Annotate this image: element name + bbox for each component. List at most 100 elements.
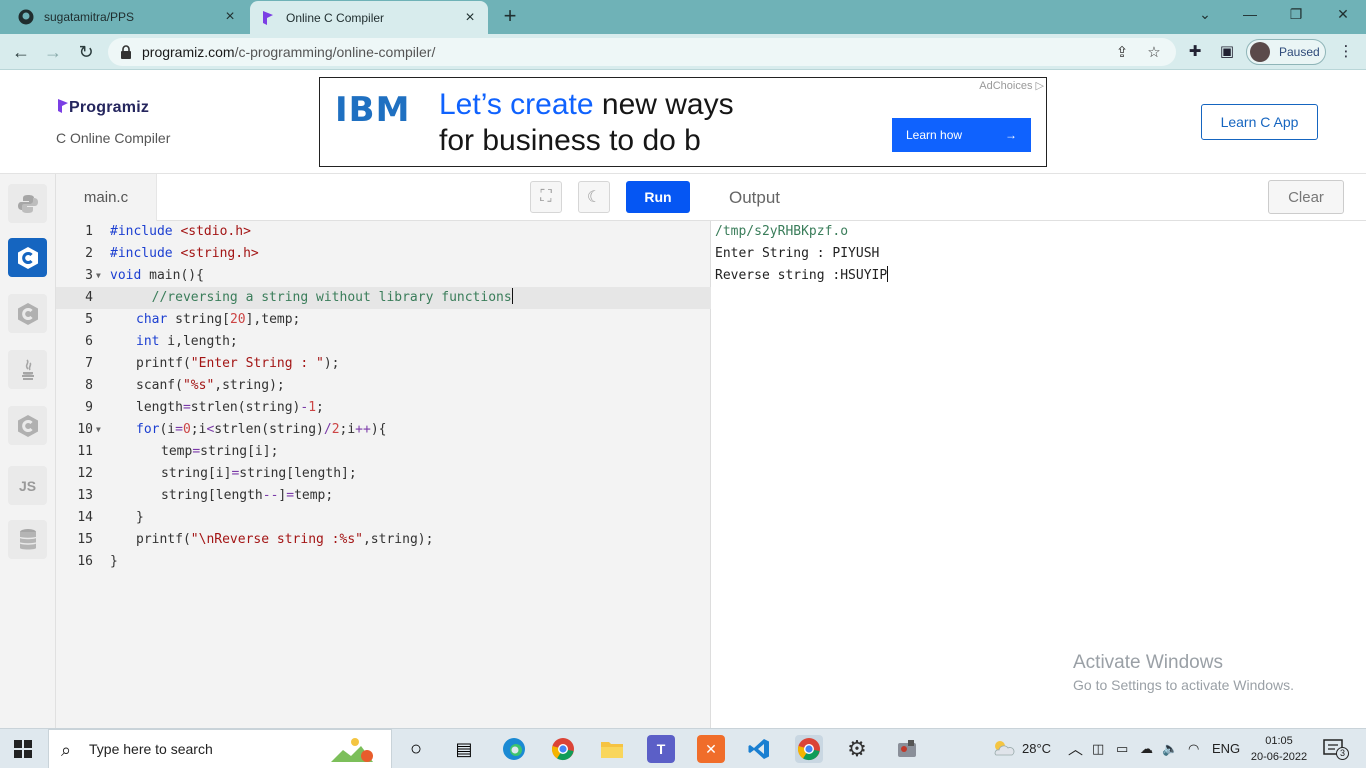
ad-cta-button[interactable]: Learn how → [892, 118, 1031, 152]
advertisement-banner[interactable]: IBM Let’s create new ways for business t… [319, 77, 1047, 167]
language-indicator[interactable]: ENG [1212, 741, 1240, 756]
forward-icon[interactable]: → [42, 41, 64, 63]
address-bar[interactable]: programiz.com/c-programming/online-compi… [108, 38, 1176, 66]
app-icon[interactable] [893, 735, 921, 763]
code-line[interactable]: 8 scanf("%s",string); [56, 375, 711, 397]
browser-tab[interactable]: sugatamitra/PPS × [8, 0, 248, 34]
code-line[interactable]: 5 char string[20],temp; [56, 309, 711, 331]
side-panel-icon[interactable]: ▣ [1217, 42, 1237, 62]
battery-icon[interactable]: ▭ [1116, 741, 1128, 757]
adchoices-label[interactable]: AdChoices ▷ [979, 79, 1044, 92]
c-language-icon[interactable] [8, 238, 47, 277]
xampp-icon[interactable]: ✕ [697, 735, 725, 763]
close-window-icon[interactable]: ✕ [1333, 6, 1353, 26]
csharp-language-icon[interactable] [8, 406, 47, 445]
tab-search-icon[interactable]: ⌄ [1195, 6, 1215, 26]
tab-title: Online C Compiler [286, 11, 385, 25]
cloud-icon[interactable]: ☁ [1140, 741, 1153, 757]
site-header: Programiz C Online Compiler IBM Let’s cr… [0, 70, 1366, 174]
code-line[interactable]: 1 #include <stdio.h> [56, 221, 711, 243]
widgets-icon[interactable]: ▤ [450, 735, 478, 763]
programiz-icon [260, 10, 276, 26]
vscode-icon[interactable] [745, 735, 773, 763]
settings-gear-icon[interactable]: ⚙ [843, 735, 871, 763]
language-sidebar: JS [0, 174, 56, 728]
extensions-icon[interactable]: ✚ [1185, 42, 1205, 62]
code-line-active[interactable]: 4 //reversing a string without library f… [56, 287, 711, 309]
new-tab-icon[interactable]: + [498, 5, 522, 29]
dark-mode-moon-icon[interactable]: ☾ [578, 181, 610, 213]
code-line[interactable]: 7 printf("Enter String : "); [56, 353, 711, 375]
search-icon: ⌕ [61, 740, 72, 760]
menu-kebab-icon[interactable]: ⋮ [1336, 42, 1356, 62]
teams-icon[interactable]: T [647, 735, 675, 763]
code-editor-panel: main.c ⛶ ☾ Run 1 #include <stdio.h> 2 #inc… [56, 174, 711, 728]
wifi-icon[interactable]: ◠ [1188, 741, 1199, 757]
code-area[interactable]: 1 #include <stdio.h> 2 #include <string.h>… [56, 221, 711, 573]
profile-button[interactable]: Paused [1246, 39, 1326, 65]
cpp-language-icon[interactable] [8, 294, 47, 333]
url-host: programiz.com [142, 44, 235, 60]
close-tab-icon[interactable]: × [462, 10, 478, 26]
temperature[interactable]: 28°C [1022, 741, 1051, 756]
tray-app-icon[interactable]: ◫ [1092, 741, 1104, 757]
back-icon[interactable]: ← [10, 41, 32, 63]
share-icon[interactable]: ⇪ [1113, 43, 1131, 61]
code-line[interactable]: 11 temp=string[i]; [56, 441, 711, 463]
chevron-up-icon[interactable]: ︿ [1068, 738, 1083, 759]
chrome-active-icon[interactable] [795, 735, 823, 763]
code-line[interactable]: 3 ▼ void main(){ [56, 265, 711, 287]
code-line[interactable]: 14} [56, 507, 711, 529]
page-subtitle: C Online Compiler [56, 130, 171, 146]
programiz-logo[interactable]: Programiz [57, 98, 149, 117]
minimize-icon[interactable]: — [1240, 6, 1260, 26]
clear-button[interactable]: Clear [1268, 180, 1344, 214]
code-line[interactable]: 15 printf("\nReverse string :%s",string); [56, 529, 711, 551]
browser-tab-active[interactable]: Online C Compiler × [250, 1, 488, 35]
python-icon[interactable] [8, 184, 47, 223]
volume-icon[interactable]: 🔈 [1162, 741, 1178, 757]
output-header: Output Clear [711, 174, 1366, 221]
code-line[interactable]: 10 ▼ for(i=0;i<strlen(string)/2;i++){ [56, 419, 711, 441]
taskbar-clock[interactable]: 01:05 20-06-2022 [1247, 733, 1311, 765]
windows-taskbar: ⌕ Type here to search ○ ▤ T ✕ ⚙ 28°C ︿ ◫… [0, 728, 1366, 768]
sql-database-icon[interactable] [8, 520, 47, 559]
text-cursor [511, 288, 513, 304]
restore-icon[interactable]: ❐ [1286, 6, 1306, 26]
code-line[interactable]: 13 string[length--]=temp; [56, 485, 711, 507]
browser-toolbar: ← → ↻ programiz.com/c-programming/online… [0, 34, 1366, 70]
reload-icon[interactable]: ↻ [75, 41, 97, 63]
close-tab-icon[interactable]: × [222, 9, 238, 25]
bookmark-star-icon[interactable]: ☆ [1145, 43, 1163, 61]
edge-icon[interactable] [500, 735, 528, 763]
code-line[interactable]: 9 length=strlen(string)-1; [56, 397, 711, 419]
profile-status: Paused [1279, 45, 1320, 59]
java-icon[interactable] [8, 350, 47, 389]
ad-headline: Let’s create new ways [439, 88, 734, 121]
learn-c-app-button[interactable]: Learn C App [1201, 104, 1318, 140]
ibm-logo: IBM [335, 90, 411, 130]
run-button[interactable]: Run [626, 181, 690, 213]
windows-start-icon[interactable] [14, 740, 32, 758]
fullscreen-icon[interactable]: ⛶ [530, 181, 562, 213]
javascript-icon[interactable]: JS [8, 466, 47, 505]
code-line[interactable]: 2 #include <string.h> [56, 243, 711, 265]
code-line[interactable]: 6 int i,length; [56, 331, 711, 353]
text-cursor [887, 266, 889, 282]
file-explorer-icon[interactable] [598, 735, 626, 763]
file-tab[interactable]: main.c [56, 174, 157, 221]
output-title: Output [729, 188, 781, 207]
chrome-icon[interactable] [549, 735, 577, 763]
weather-icon[interactable] [990, 737, 1016, 762]
taskbar-search-box[interactable]: ⌕ Type here to search [48, 729, 392, 768]
output-panel: Output Clear /tmp/s2yRHBKpzf.o Enter Str… [711, 174, 1366, 728]
code-line[interactable]: 12 string[i]=string[length]; [56, 463, 711, 485]
notification-icon[interactable]: 3 [1322, 737, 1349, 762]
output-line: /tmp/s2yRHBKpzf.o [715, 224, 849, 239]
avatar [1250, 42, 1270, 62]
output-console[interactable]: /tmp/s2yRHBKpzf.o Enter String : PIYUSH … [715, 221, 889, 287]
fold-arrow-icon: ▼ [96, 425, 101, 434]
code-line[interactable]: 16} [56, 551, 711, 573]
task-view-icon[interactable]: ○ [402, 735, 430, 763]
lock-icon [120, 45, 132, 59]
